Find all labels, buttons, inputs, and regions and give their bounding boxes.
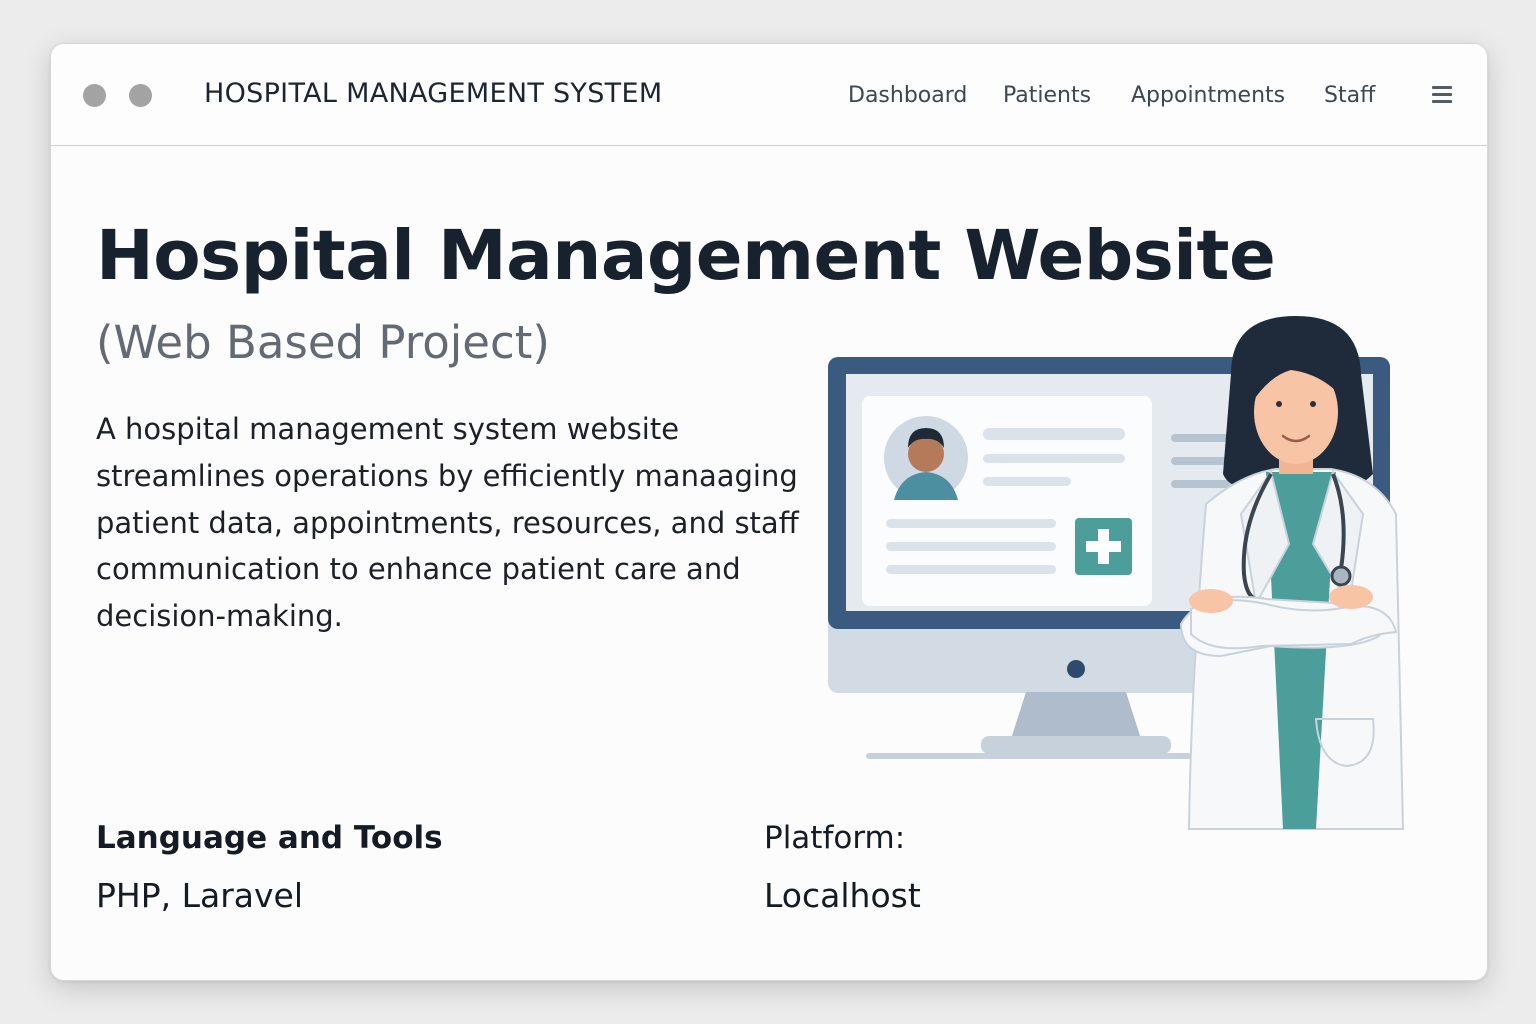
patient-record-card (862, 396, 1152, 606)
language-tools-value: PHP, Laravel (96, 876, 303, 915)
nav-link-staff[interactable]: Staff (1324, 83, 1375, 108)
nav-link-dashboard[interactable]: Dashboard (848, 83, 967, 108)
top-navigation-bar: HOSPITAL MANAGEMENT SYSTEM Dashboard Pat… (51, 44, 1487, 146)
app-title: HOSPITAL MANAGEMENT SYSTEM (204, 78, 663, 109)
app-window: HOSPITAL MANAGEMENT SYSTEM Dashboard Pat… (50, 43, 1488, 981)
page-title: Hospital Management Website (96, 216, 1276, 296)
window-control-dot-left[interactable] (83, 84, 106, 107)
doctor-with-monitor-illustration (828, 316, 1405, 830)
hamburger-menu-icon[interactable] (1432, 86, 1452, 104)
page-subtitle: (Web Based Project) (96, 316, 550, 369)
project-description: A hospital management system website str… (96, 412, 799, 634)
nav-link-appointments[interactable]: Appointments (1131, 83, 1285, 108)
window-control-dot-right[interactable] (129, 84, 152, 107)
platform-value: Localhost (764, 876, 921, 915)
language-tools-label: Language and Tools (96, 820, 443, 856)
nav-link-patients[interactable]: Patients (1003, 83, 1091, 108)
